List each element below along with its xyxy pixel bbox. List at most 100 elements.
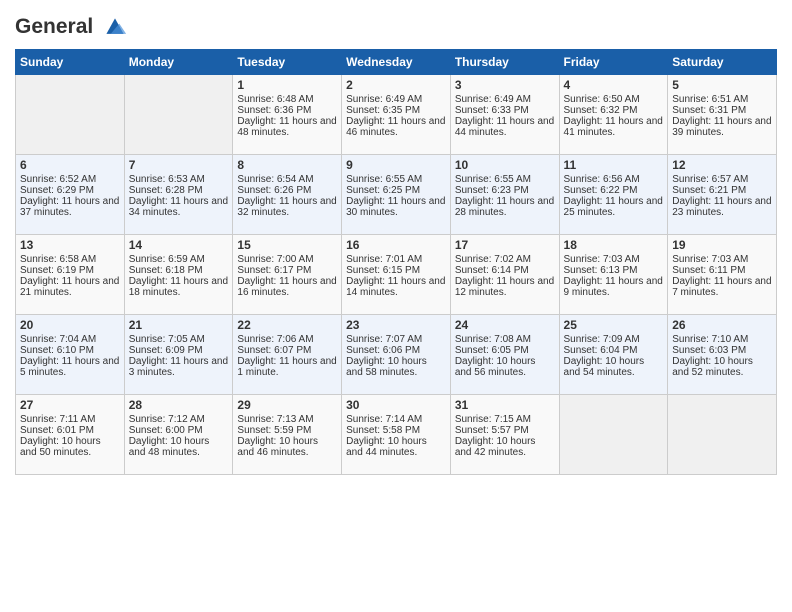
sunrise: Sunrise: 6:56 AM [564,174,640,185]
daylight: Daylight: 11 hours and 41 minutes. [564,116,663,138]
daylight: Daylight: 11 hours and 12 minutes. [455,276,554,298]
sunset: Sunset: 6:14 PM [455,265,529,276]
calendar-week-4: 20 Sunrise: 7:04 AM Sunset: 6:10 PM Dayl… [16,315,777,395]
calendar-cell: 18 Sunrise: 7:03 AM Sunset: 6:13 PM Dayl… [559,235,668,315]
day-number: 18 [564,238,664,252]
sunrise: Sunrise: 7:09 AM [564,334,640,345]
sunrise: Sunrise: 6:58 AM [20,254,96,265]
sunset: Sunset: 6:07 PM [237,345,311,356]
daylight: Daylight: 10 hours and 54 minutes. [564,356,645,378]
sunrise: Sunrise: 7:03 AM [564,254,640,265]
calendar-cell: 20 Sunrise: 7:04 AM Sunset: 6:10 PM Dayl… [16,315,125,395]
calendar-cell: 9 Sunrise: 6:55 AM Sunset: 6:25 PM Dayli… [342,155,451,235]
day-number: 31 [455,398,555,412]
calendar-cell: 7 Sunrise: 6:53 AM Sunset: 6:28 PM Dayli… [124,155,233,235]
header-tuesday: Tuesday [233,50,342,75]
calendar-cell [559,395,668,475]
sunset: Sunset: 6:21 PM [672,185,746,196]
daylight: Daylight: 11 hours and 46 minutes. [346,116,445,138]
daylight: Daylight: 11 hours and 39 minutes. [672,116,771,138]
sunset: Sunset: 6:32 PM [564,105,638,116]
calendar-cell: 13 Sunrise: 6:58 AM Sunset: 6:19 PM Dayl… [16,235,125,315]
day-number: 22 [237,318,337,332]
sunrise: Sunrise: 6:50 AM [564,94,640,105]
calendar-cell: 10 Sunrise: 6:55 AM Sunset: 6:23 PM Dayl… [450,155,559,235]
daylight: Daylight: 11 hours and 5 minutes. [20,356,119,378]
day-number: 10 [455,158,555,172]
sunrise: Sunrise: 6:57 AM [672,174,748,185]
daylight: Daylight: 10 hours and 58 minutes. [346,356,427,378]
daylight: Daylight: 11 hours and 44 minutes. [455,116,554,138]
calendar-cell: 3 Sunrise: 6:49 AM Sunset: 6:33 PM Dayli… [450,75,559,155]
sunset: Sunset: 6:05 PM [455,345,529,356]
sunset: Sunset: 6:29 PM [20,185,94,196]
calendar-cell: 14 Sunrise: 6:59 AM Sunset: 6:18 PM Dayl… [124,235,233,315]
logo: General [15,15,129,39]
calendar-cell [668,395,777,475]
sunset: Sunset: 5:57 PM [455,425,529,436]
header-monday: Monday [124,50,233,75]
calendar-cell: 30 Sunrise: 7:14 AM Sunset: 5:58 PM Dayl… [342,395,451,475]
day-number: 19 [672,238,772,252]
calendar-cell: 4 Sunrise: 6:50 AM Sunset: 6:32 PM Dayli… [559,75,668,155]
calendar-cell: 25 Sunrise: 7:09 AM Sunset: 6:04 PM Dayl… [559,315,668,395]
calendar-week-5: 27 Sunrise: 7:11 AM Sunset: 6:01 PM Dayl… [16,395,777,475]
calendar-cell: 6 Sunrise: 6:52 AM Sunset: 6:29 PM Dayli… [16,155,125,235]
calendar-cell: 24 Sunrise: 7:08 AM Sunset: 6:05 PM Dayl… [450,315,559,395]
day-number: 9 [346,158,446,172]
daylight: Daylight: 11 hours and 30 minutes. [346,196,445,218]
sunrise: Sunrise: 6:49 AM [455,94,531,105]
day-number: 11 [564,158,664,172]
calendar-cell: 19 Sunrise: 7:03 AM Sunset: 6:11 PM Dayl… [668,235,777,315]
sunrise: Sunrise: 6:52 AM [20,174,96,185]
sunrise: Sunrise: 6:54 AM [237,174,313,185]
sunrise: Sunrise: 6:55 AM [346,174,422,185]
calendar-cell [124,75,233,155]
sunset: Sunset: 6:19 PM [20,265,94,276]
sunset: Sunset: 6:10 PM [20,345,94,356]
sunrise: Sunrise: 7:13 AM [237,414,313,425]
logo-text: General [15,15,129,39]
calendar-cell: 22 Sunrise: 7:06 AM Sunset: 6:07 PM Dayl… [233,315,342,395]
sunset: Sunset: 6:01 PM [20,425,94,436]
calendar-cell: 5 Sunrise: 6:51 AM Sunset: 6:31 PM Dayli… [668,75,777,155]
day-number: 25 [564,318,664,332]
daylight: Daylight: 10 hours and 46 minutes. [237,436,318,458]
day-number: 5 [672,78,772,92]
calendar-cell: 8 Sunrise: 6:54 AM Sunset: 6:26 PM Dayli… [233,155,342,235]
day-number: 17 [455,238,555,252]
calendar-cell: 23 Sunrise: 7:07 AM Sunset: 6:06 PM Dayl… [342,315,451,395]
daylight: Daylight: 10 hours and 56 minutes. [455,356,536,378]
calendar-cell: 11 Sunrise: 6:56 AM Sunset: 6:22 PM Dayl… [559,155,668,235]
calendar-cell: 31 Sunrise: 7:15 AM Sunset: 5:57 PM Dayl… [450,395,559,475]
sunset: Sunset: 6:35 PM [346,105,420,116]
calendar-cell: 21 Sunrise: 7:05 AM Sunset: 6:09 PM Dayl… [124,315,233,395]
calendar-week-2: 6 Sunrise: 6:52 AM Sunset: 6:29 PM Dayli… [16,155,777,235]
sunset: Sunset: 6:06 PM [346,345,420,356]
sunrise: Sunrise: 6:53 AM [129,174,205,185]
day-number: 28 [129,398,229,412]
calendar-cell: 27 Sunrise: 7:11 AM Sunset: 6:01 PM Dayl… [16,395,125,475]
sunset: Sunset: 6:22 PM [564,185,638,196]
day-number: 24 [455,318,555,332]
sunset: Sunset: 6:09 PM [129,345,203,356]
sunrise: Sunrise: 6:59 AM [129,254,205,265]
day-number: 26 [672,318,772,332]
calendar-week-3: 13 Sunrise: 6:58 AM Sunset: 6:19 PM Dayl… [16,235,777,315]
sunrise: Sunrise: 7:10 AM [672,334,748,345]
daylight: Daylight: 10 hours and 42 minutes. [455,436,536,458]
daylight: Daylight: 10 hours and 44 minutes. [346,436,427,458]
sunset: Sunset: 6:17 PM [237,265,311,276]
header-saturday: Saturday [668,50,777,75]
day-number: 8 [237,158,337,172]
header-sunday: Sunday [16,50,125,75]
day-number: 12 [672,158,772,172]
calendar-week-1: 1 Sunrise: 6:48 AM Sunset: 6:36 PM Dayli… [16,75,777,155]
day-number: 16 [346,238,446,252]
sunrise: Sunrise: 7:04 AM [20,334,96,345]
day-number: 23 [346,318,446,332]
daylight: Daylight: 11 hours and 14 minutes. [346,276,445,298]
calendar-cell: 17 Sunrise: 7:02 AM Sunset: 6:14 PM Dayl… [450,235,559,315]
sunrise: Sunrise: 6:51 AM [672,94,748,105]
daylight: Daylight: 11 hours and 7 minutes. [672,276,771,298]
